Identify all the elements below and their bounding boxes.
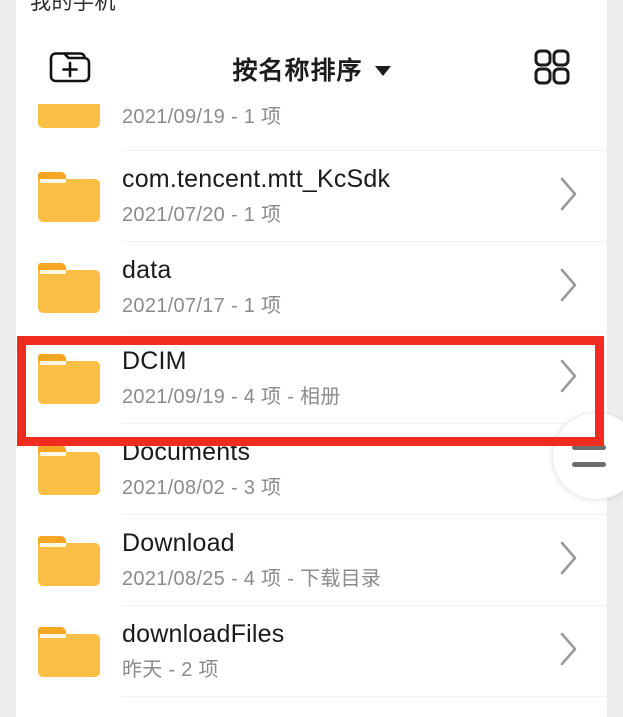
folder-icon: [38, 104, 100, 128]
new-folder-icon: [48, 47, 94, 92]
file-row-title: com.tencent.mtt_KcSdk: [122, 165, 391, 194]
file-row-icon: [16, 353, 122, 404]
file-row-chevron[interactable]: [531, 538, 607, 583]
file-row-icon: [16, 104, 122, 151]
file-row-icon: [16, 626, 122, 677]
file-row-meta: 2021/07/17 - 1 项: [122, 294, 282, 317]
file-manager-sheet: 我的手机 按名称排序 2021/09/19 - 1 项 com.tencent.…: [16, 0, 623, 717]
file-row[interactable]: Documents 2021/08/02 - 3 项: [16, 424, 607, 515]
file-row-text: Documents 2021/08/02 - 3 项: [122, 437, 531, 501]
grid-view-icon: [530, 45, 574, 94]
file-row-title: Download: [122, 529, 235, 558]
folder-icon: [38, 353, 100, 404]
toolbar: 按名称排序: [16, 34, 607, 104]
chevron-right-icon: [556, 629, 582, 674]
drag-line-icon: [572, 462, 606, 467]
file-row-chevron[interactable]: [531, 356, 607, 401]
file-row-icon: [16, 171, 122, 222]
file-row-meta: 2021/08/25 - 4 项 - 下载目录: [122, 567, 382, 590]
file-row-meta: 2021/08/02 - 3 项: [122, 476, 282, 499]
file-row[interactable]: DCIM 2021/09/19 - 4 项 - 相册: [16, 333, 607, 424]
sort-dropdown[interactable]: 按名称排序: [126, 51, 497, 87]
folder-icon: [38, 535, 100, 586]
file-row-title: downloadFiles: [122, 620, 285, 649]
chevron-right-icon: [556, 265, 582, 310]
breadcrumb[interactable]: 我的手机: [16, 0, 607, 16]
file-row-meta: 2021/07/20 - 1 项: [122, 203, 282, 226]
file-row[interactable]: com.tencent.mtt_KcSdk 2021/07/20 - 1 项: [16, 151, 607, 242]
chevron-right-icon: [556, 356, 582, 401]
folder-icon: [38, 444, 100, 495]
file-row-meta: 昨天 - 2 项: [122, 658, 219, 681]
folder-icon: [38, 171, 100, 222]
breadcrumb-label[interactable]: 我的手机: [30, 0, 116, 16]
file-row-text: Download 2021/08/25 - 4 项 - 下载目录: [122, 528, 531, 592]
file-row-chevron[interactable]: [531, 265, 607, 310]
file-row[interactable]: 2021/09/19 - 1 项: [16, 104, 607, 151]
file-row-icon: [16, 262, 122, 313]
file-row-meta: 2021/09/19 - 1 项: [122, 106, 282, 128]
folder-icon: [38, 626, 100, 677]
chevron-right-icon: [556, 538, 582, 583]
row-divider: [122, 696, 607, 697]
file-row-icon: [16, 444, 122, 495]
file-row-title: DCIM: [122, 347, 187, 376]
file-row-icon: [16, 535, 122, 586]
file-row[interactable]: data 2021/07/17 - 1 项: [16, 242, 607, 333]
drag-line-icon: [572, 445, 606, 450]
file-row[interactable]: Download 2021/08/25 - 4 项 - 下载目录: [16, 515, 607, 606]
file-row-chevron[interactable]: [531, 629, 607, 674]
file-row-text: DCIM 2021/09/19 - 4 项 - 相册: [122, 346, 531, 410]
file-row-meta: 2021/09/19 - 4 项 - 相册: [122, 385, 341, 408]
file-row-text: 2021/09/19 - 1 项: [122, 104, 531, 131]
view-toggle-button[interactable]: [497, 45, 607, 94]
chevron-down-icon: [374, 66, 391, 76]
phone-screen: 我的手机 按名称排序 2021/09/19 - 1 项 com.tencent.…: [0, 0, 623, 717]
sort-dropdown-label: 按名称排序: [232, 57, 363, 85]
chevron-right-icon: [556, 174, 582, 219]
file-row-title: Documents: [122, 438, 251, 467]
file-row-text: data 2021/07/17 - 1 项: [122, 255, 531, 319]
file-row-chevron[interactable]: [531, 174, 607, 219]
file-row[interactable]: downloadFiles 昨天 - 2 项: [16, 606, 607, 697]
folder-icon: [38, 262, 100, 313]
file-row-text: com.tencent.mtt_KcSdk 2021/07/20 - 1 项: [122, 164, 531, 228]
file-list[interactable]: 2021/09/19 - 1 项 com.tencent.mtt_KcSdk 2…: [16, 104, 607, 717]
file-row-title: data: [122, 256, 172, 285]
file-row-text: downloadFiles 昨天 - 2 项: [122, 619, 531, 683]
new-folder-button[interactable]: [16, 47, 126, 92]
